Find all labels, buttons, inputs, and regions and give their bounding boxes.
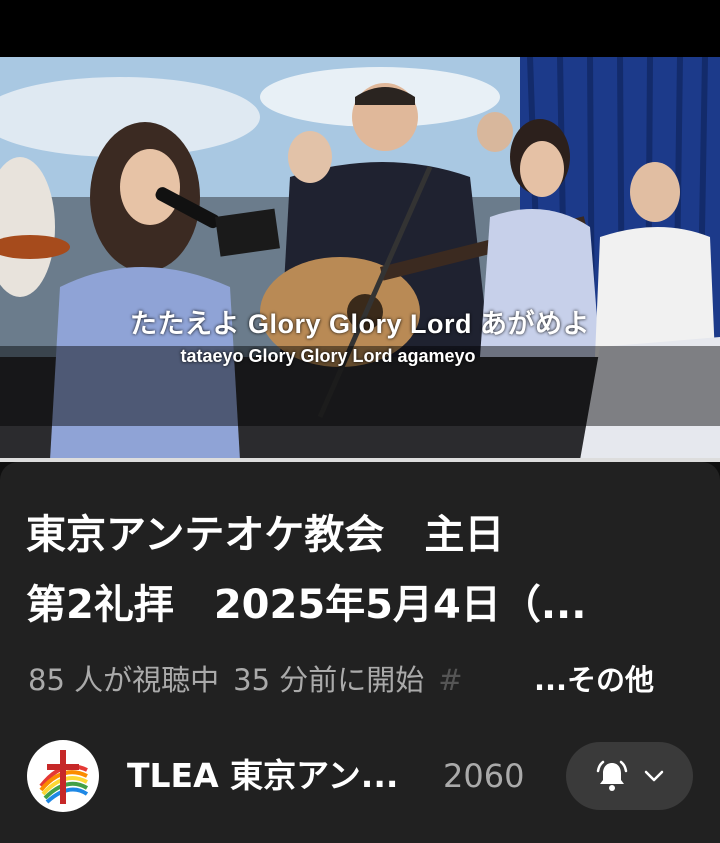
more-button[interactable]: ...その他: [534, 658, 654, 702]
hashtag-fragment: #: [438, 663, 463, 697]
notification-bell-button[interactable]: [566, 742, 693, 810]
video-player[interactable]: [0, 57, 720, 460]
bell-ringing-icon: [596, 760, 628, 791]
subtitle-romaji: tataeyo Glory Glory Lord agameyo: [180, 346, 476, 366]
chevron-down-icon: [644, 770, 664, 782]
video-title[interactable]: 東京アンテオケ教会 主日 第2礼拝 2025年5月4日（...: [26, 500, 696, 640]
video-title-line1: 東京アンテオケ教会 主日: [26, 512, 505, 558]
status-bar: [0, 0, 720, 57]
viewer-count: 85 人が視聴中: [28, 663, 220, 697]
video-title-line2: 第2礼拝 2025年5月4日（...: [26, 582, 587, 628]
subtitle-primary: たたえよ Glory Glory Lord あがめよ: [129, 309, 591, 339]
channel-name[interactable]: TLEA 東京アン...: [127, 752, 398, 800]
channel-avatar[interactable]: [27, 740, 99, 812]
church-cross-logo-icon: [39, 750, 89, 804]
subscriber-count: 2060: [443, 757, 525, 795]
start-time: 35 分前に開始: [233, 663, 425, 697]
video-meta[interactable]: 85 人が視聴中 35 分前に開始 #: [28, 658, 548, 702]
